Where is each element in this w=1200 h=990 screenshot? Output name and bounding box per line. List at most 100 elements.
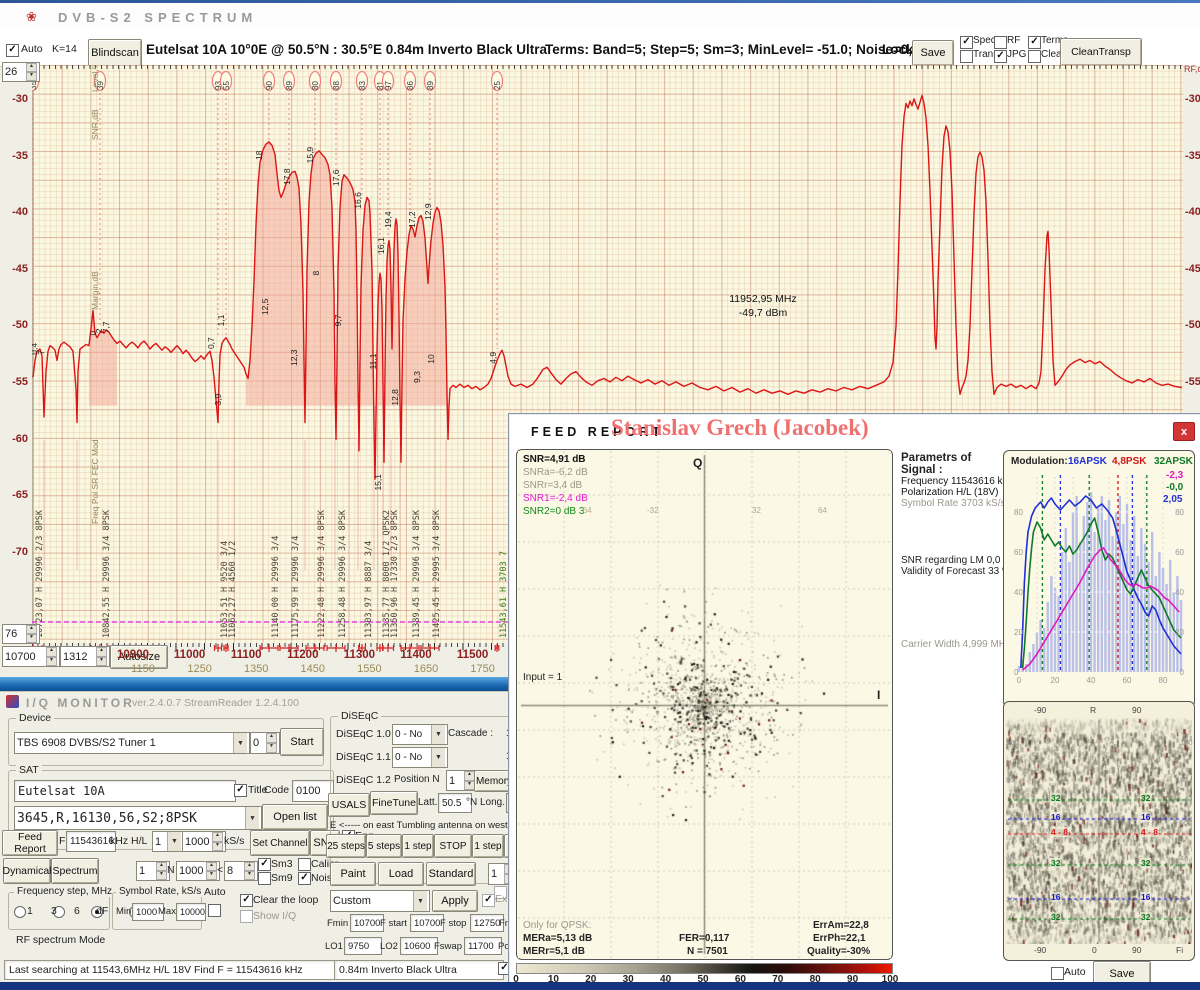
cleantransp-button[interactable]: CleanTransp — [1060, 38, 1142, 66]
fstart-field[interactable]: 10700 — [410, 914, 444, 932]
stop-button[interactable]: STOP — [434, 834, 472, 858]
paint-button[interactable]: Paint — [330, 862, 376, 886]
feed-report-window: FEED REPORT Stanislav Grech (Jacobek) x … — [508, 413, 1200, 990]
clear-loop-label: Clear the loop — [253, 894, 318, 906]
diseqc11-select[interactable]: 0 - No▼ — [392, 747, 448, 768]
y-axis-tick: -45 — [1185, 263, 1200, 275]
set-channel-button[interactable]: Set Channel — [250, 830, 310, 856]
sat-legend: SAT — [16, 764, 42, 776]
step1-radio[interactable] — [14, 906, 26, 918]
expand-checkbox[interactable] — [482, 894, 495, 907]
antenna-status: 0.84m Inverto Black Ultra — [334, 960, 504, 980]
diseqc10-label: DiSEqC 1.0 — [336, 728, 391, 740]
phase-bottom-tick: 90 — [1132, 945, 1141, 955]
modulation-label: Modulation: — [1011, 456, 1068, 467]
start-freq-spinner[interactable]: 10700▲▼ — [2, 646, 60, 667]
open-list-button[interactable]: Open list — [262, 804, 328, 830]
svg-text:17,8: 17,8 — [282, 168, 292, 185]
if-label: 1350 — [244, 663, 268, 675]
hl-select[interactable]: 1▼ — [152, 831, 184, 852]
spectrum-button[interactable]: Spectrum — [51, 858, 99, 884]
phase-y-tick: 100 — [1006, 738, 1019, 747]
step1-button[interactable]: 1 step — [402, 834, 434, 858]
svg-text:11222,48 H 29996 3/4 8PSK: 11222,48 H 29996 3/4 8PSK — [317, 509, 327, 638]
svg-text:15,9: 15,9 — [305, 147, 315, 164]
svg-text:16,1: 16,1 — [376, 237, 386, 254]
save-button[interactable]: Save — [912, 40, 954, 66]
phase-line-label: 32 — [1140, 912, 1151, 922]
blindscan-button[interactable]: Blindscan — [88, 39, 142, 67]
span-spinner[interactable]: 1312▲▼ — [60, 646, 110, 667]
steps25-button[interactable]: 25 steps — [326, 834, 366, 858]
sm9-checkbox[interactable] — [258, 872, 271, 885]
constellation-tick: 64 — [818, 506, 827, 515]
y-axis-tick: -55 — [1185, 376, 1200, 388]
legend-16apsk: 16APSK — [1068, 456, 1107, 467]
step6-label: 6 — [74, 905, 80, 917]
feed-report-button[interactable]: Feed Report — [2, 830, 58, 856]
phase-y-tick: 40 — [1006, 854, 1014, 863]
step1b-button[interactable]: 1 step — [472, 834, 504, 858]
top-level-spinner[interactable]: 26▲▼ — [2, 62, 40, 82]
if-label: 1750 — [470, 663, 494, 675]
usals-button[interactable]: USALS — [328, 793, 370, 817]
svg-text:12,5: 12,5 — [260, 298, 270, 315]
toolbar-check-terms[interactable] — [1028, 36, 1041, 49]
svg-text:40: 40 — [1087, 676, 1096, 685]
clear-loop-checkbox[interactable] — [240, 894, 253, 907]
steps5-button[interactable]: 5 steps — [366, 834, 402, 858]
show-iq-checkbox[interactable] — [240, 910, 253, 923]
toolbar-check-clean[interactable] — [1028, 50, 1041, 63]
finetune-button[interactable]: FineTune — [370, 791, 418, 815]
legend-48psk: 4,8PSK — [1112, 456, 1146, 467]
toolbar-check-rf[interactable] — [994, 36, 1007, 49]
phase-line-label: 16 — [1050, 892, 1061, 902]
fswap-field[interactable]: 11700 — [464, 937, 502, 955]
sr-spinner[interactable]: 1000▲▼ — [182, 831, 226, 852]
close-icon[interactable]: x — [1173, 422, 1195, 441]
standard-button[interactable]: Standard — [426, 862, 476, 886]
apply-button[interactable]: Apply — [432, 890, 478, 912]
channel-select[interactable]: 3645,R,16130,56,S2;8PSK▼ — [14, 806, 262, 830]
auto-checkbox[interactable] — [6, 44, 19, 57]
params-title: Parametrs of Signal : — [901, 452, 1001, 476]
start-button[interactable]: Start — [280, 728, 324, 756]
phase-auto-checkbox[interactable] — [1051, 967, 1064, 980]
svg-text:7,7: 7,7 — [101, 321, 111, 333]
range-preset-select[interactable]: Custom▼ — [330, 890, 430, 912]
dynamical-button[interactable]: Dynamical — [3, 858, 51, 884]
tuner-index-spinner[interactable]: 0▲▼ — [250, 732, 280, 754]
svg-text:15,1: 15,1 — [373, 474, 383, 491]
fstart-label: F start — [380, 918, 407, 929]
lo1-field[interactable]: 9750 — [344, 937, 382, 955]
n2-spinner[interactable]: 1000▲▼ — [176, 861, 220, 881]
frequency-field[interactable]: 11543616 — [66, 831, 116, 852]
bottom-level-spinner[interactable]: 76▲▼ — [2, 624, 40, 644]
phase-y-tick: 20 — [1006, 895, 1014, 904]
svg-text:11062,27 H 4560 1/2: 11062,27 H 4560 1/2 — [228, 541, 238, 638]
sm3-checkbox[interactable] — [258, 858, 271, 871]
toolbar-check-spectr[interactable] — [960, 36, 973, 49]
svg-text:11425,45 H 29995 3/4 8PSK: 11425,45 H 29995 3/4 8PSK — [432, 509, 442, 638]
auto-label: Auto — [21, 43, 43, 55]
sr-value: 1000 — [185, 836, 209, 848]
fmin-field[interactable]: 10700 — [350, 914, 384, 932]
if-label: 1650 — [414, 663, 438, 675]
tuner-select[interactable]: TBS 6908 DVBS/S2 Tuner 1▼ — [14, 732, 250, 754]
svg-text:Level,%: Level,% — [90, 65, 100, 92]
sat-name-field[interactable]: Eutelsat 10A — [14, 780, 236, 802]
noise-checkbox[interactable] — [298, 872, 311, 885]
load-button[interactable]: Load — [378, 862, 424, 886]
toolbar-check-jpg[interactable] — [994, 50, 1007, 63]
auto-sr-checkbox[interactable] — [208, 904, 221, 917]
title-checkbox[interactable] — [234, 784, 247, 797]
n1-spinner[interactable]: 1▲▼ — [136, 861, 170, 881]
diseqc10-select[interactable]: 0 - No▼ — [392, 724, 448, 745]
svg-text:0: 0 — [1180, 668, 1185, 677]
calibr-checkbox[interactable] — [298, 858, 311, 871]
svg-text:40: 40 — [1014, 588, 1023, 597]
toolbar-check-transp.[interactable] — [960, 50, 973, 63]
lo2-field[interactable]: 10600 — [400, 937, 438, 955]
n3-spinner[interactable]: 8▲▼ — [224, 861, 258, 881]
max-field[interactable]: 10000 — [176, 903, 206, 921]
